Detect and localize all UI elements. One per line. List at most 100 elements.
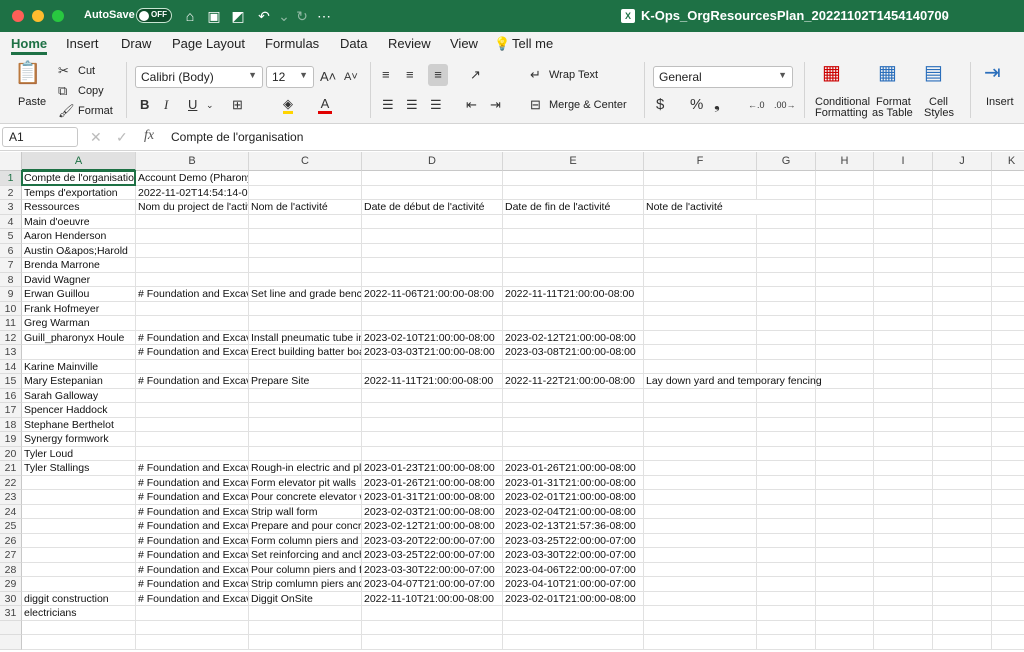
- table-cell[interactable]: electricians: [22, 606, 136, 621]
- row-header[interactable]: 15: [0, 374, 22, 389]
- table-cell[interactable]: [644, 562, 757, 577]
- table-cell[interactable]: [362, 229, 503, 244]
- table-cell[interactable]: [992, 186, 1024, 200]
- row-header[interactable]: 19: [0, 432, 22, 447]
- table-cell[interactable]: [816, 446, 874, 461]
- table-cell[interactable]: [644, 432, 757, 447]
- table-cell[interactable]: [816, 548, 874, 563]
- table-cell[interactable]: Erect building batter boa: [249, 345, 362, 360]
- table-cell[interactable]: [816, 519, 874, 534]
- table-cell[interactable]: [644, 548, 757, 563]
- table-cell[interactable]: [136, 301, 249, 316]
- table-cell[interactable]: 2023-01-26T21:00:00-08:00: [362, 475, 503, 490]
- table-cell[interactable]: 2023-03-30T22:00:00-07:00: [362, 562, 503, 577]
- table-cell[interactable]: [933, 272, 992, 287]
- minimize-window-button[interactable]: [32, 10, 44, 22]
- table-cell[interactable]: 2023-01-31T21:00:00-08:00: [503, 475, 644, 490]
- table-cell[interactable]: [992, 374, 1024, 389]
- table-cell[interactable]: [992, 635, 1024, 650]
- table-cell[interactable]: [874, 258, 933, 273]
- table-cell[interactable]: [136, 214, 249, 229]
- table-cell[interactable]: [644, 490, 757, 505]
- table-cell[interactable]: [644, 171, 757, 186]
- table-cell[interactable]: [816, 620, 874, 635]
- table-cell[interactable]: 2023-01-31T21:00:00-08:00: [362, 490, 503, 505]
- font-name-dropdown[interactable]: Calibri (Body) ▼: [135, 66, 263, 88]
- table-cell[interactable]: [992, 403, 1024, 418]
- paste-icon[interactable]: 📋: [14, 62, 42, 92]
- table-cell[interactable]: [22, 562, 136, 577]
- table-cell[interactable]: [874, 287, 933, 302]
- table-cell[interactable]: Prepare and pour concret: [249, 519, 362, 534]
- table-cell[interactable]: 2023-02-04T21:00:00-08:00: [503, 504, 644, 519]
- table-cell[interactable]: [757, 461, 816, 476]
- table-cell[interactable]: [136, 359, 249, 374]
- table-cell[interactable]: [874, 635, 933, 650]
- undo-dropdown-icon[interactable]: ⌄: [274, 6, 294, 26]
- table-cell[interactable]: [933, 533, 992, 548]
- table-cell[interactable]: [874, 432, 933, 447]
- table-cell[interactable]: 2022-11-22T21:00:00-08:00: [503, 374, 644, 389]
- table-cell[interactable]: [874, 272, 933, 287]
- table-cell[interactable]: [816, 388, 874, 403]
- table-cell[interactable]: [249, 243, 362, 258]
- table-cell[interactable]: [757, 577, 816, 592]
- table-cell[interactable]: [874, 606, 933, 621]
- table-cell[interactable]: [757, 359, 816, 374]
- row-header[interactable]: 6: [0, 243, 22, 258]
- table-cell[interactable]: [503, 272, 644, 287]
- table-cell[interactable]: # Foundation and Excavat: [136, 345, 249, 360]
- table-cell[interactable]: [362, 359, 503, 374]
- table-cell[interactable]: [644, 533, 757, 548]
- spreadsheet-grid[interactable]: A B C D E F G H I J K 1 Compte de l'organisation Acco…: [0, 152, 1024, 652]
- table-cell[interactable]: [757, 475, 816, 490]
- table-cell[interactable]: [933, 432, 992, 447]
- table-cell[interactable]: Aaron Henderson: [22, 229, 136, 244]
- table-cell[interactable]: 2022-11-10T21:00:00-08:00: [362, 591, 503, 606]
- table-cell[interactable]: [136, 620, 249, 635]
- enter-icon[interactable]: ✓: [116, 129, 128, 146]
- table-cell[interactable]: [933, 403, 992, 418]
- table-cell[interactable]: [757, 533, 816, 548]
- document-title[interactable]: K-Ops_OrgResourcesPlan_20221102T14541407…: [641, 8, 949, 23]
- cancel-icon[interactable]: ✕: [90, 129, 102, 146]
- table-cell[interactable]: [362, 417, 503, 432]
- table-cell[interactable]: [816, 359, 874, 374]
- align-bottom-icon[interactable]: ≡: [428, 64, 448, 86]
- table-cell[interactable]: [933, 620, 992, 635]
- row-header[interactable]: 8: [0, 272, 22, 287]
- italic-icon[interactable]: I: [164, 96, 168, 114]
- table-cell[interactable]: [933, 504, 992, 519]
- table-cell[interactable]: [136, 316, 249, 331]
- table-cell[interactable]: [644, 185, 757, 200]
- table-cell[interactable]: [136, 229, 249, 244]
- table-cell[interactable]: [992, 476, 1024, 490]
- table-cell[interactable]: [757, 272, 816, 287]
- orientation-icon[interactable]: ↗: [470, 66, 481, 84]
- underline-icon[interactable]: U: [188, 96, 197, 114]
- table-cell[interactable]: [644, 620, 757, 635]
- row-header[interactable]: 18: [0, 417, 22, 432]
- table-cell[interactable]: Set reinforcing and ancho: [249, 548, 362, 563]
- table-cell[interactable]: [816, 214, 874, 229]
- table-cell[interactable]: # Foundation and Excavat: [136, 374, 249, 389]
- table-cell[interactable]: [992, 287, 1024, 302]
- insert-function-icon[interactable]: fx: [144, 128, 154, 144]
- table-cell[interactable]: [992, 258, 1024, 273]
- table-cell[interactable]: [136, 446, 249, 461]
- table-cell[interactable]: [757, 591, 816, 606]
- column-header-I[interactable]: I: [874, 152, 933, 171]
- table-cell[interactable]: [644, 417, 757, 432]
- table-cell[interactable]: Erwan Guillou: [22, 287, 136, 302]
- table-cell[interactable]: [362, 432, 503, 447]
- table-cell[interactable]: Main d'oeuvre: [22, 214, 136, 229]
- table-cell[interactable]: [816, 475, 874, 490]
- table-cell[interactable]: [136, 606, 249, 621]
- name-box[interactable]: A1: [2, 127, 78, 147]
- table-cell[interactable]: [874, 374, 933, 389]
- table-cell[interactable]: Mary Estepanian: [22, 374, 136, 389]
- table-cell[interactable]: [992, 432, 1024, 447]
- table-cell[interactable]: [933, 475, 992, 490]
- table-cell[interactable]: # Foundation and Excavat: [136, 548, 249, 563]
- table-cell[interactable]: [874, 620, 933, 635]
